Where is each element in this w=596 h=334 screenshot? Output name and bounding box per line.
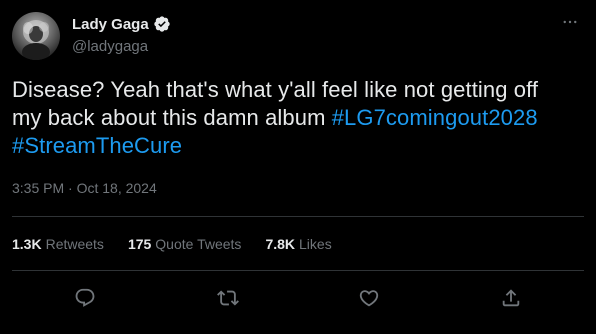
quote-tweets-label: Quote Tweets: [155, 236, 242, 252]
divider: [12, 216, 584, 217]
reply-icon: [75, 288, 95, 307]
retweets-count: 1.3K: [12, 236, 42, 252]
hashtag-link[interactable]: #StreamTheCure: [12, 133, 182, 158]
quote-tweets-count: 175: [127, 236, 152, 252]
retweet-icon: [217, 290, 239, 306]
avatar-portrait-icon: [22, 20, 50, 60]
verified-icon: [153, 15, 171, 33]
retweets-label: Retweets: [45, 236, 104, 252]
hashtag-link[interactable]: #LG7comingout2028: [332, 105, 538, 130]
tweet-text: Disease? Yeah that's what y'all feel lik…: [12, 76, 572, 160]
retweets-stat[interactable]: 1.3K Retweets: [12, 236, 104, 252]
timestamp-separator: ·: [64, 180, 77, 196]
likes-stat[interactable]: 7.8K Likes: [265, 236, 331, 252]
retweet-button[interactable]: [212, 282, 244, 314]
like-button[interactable]: [353, 282, 385, 314]
author-display-name[interactable]: Lady Gaga: [72, 16, 149, 33]
author-handle[interactable]: @ladygaga: [72, 38, 148, 55]
more-icon: [563, 20, 577, 24]
share-button[interactable]: [495, 282, 527, 314]
divider: [12, 270, 584, 271]
tweet-actions-bar: [0, 282, 596, 314]
tweet-date[interactable]: Oct 18, 2024: [77, 180, 157, 196]
avatar[interactable]: [12, 12, 60, 60]
tweet-stats: 1.3K Retweets 175 Quote Tweets 7.8K Likes: [12, 236, 356, 252]
like-icon: [359, 290, 379, 307]
quote-tweets-stat[interactable]: 175 Quote Tweets: [128, 236, 242, 252]
reply-button[interactable]: [69, 282, 101, 314]
tweet-time[interactable]: 3:35 PM: [12, 180, 64, 196]
share-icon: [502, 289, 520, 307]
likes-label: Likes: [299, 236, 332, 252]
likes-count: 7.8K: [265, 236, 296, 252]
author-name-row: Lady Gaga: [72, 15, 171, 33]
tweet-timestamp: 3:35 PM · Oct 18, 2024: [12, 180, 157, 196]
more-options-button[interactable]: [558, 10, 582, 34]
tweet-card: Lady Gaga @ladygaga Disease? Yeah that's…: [0, 0, 596, 334]
